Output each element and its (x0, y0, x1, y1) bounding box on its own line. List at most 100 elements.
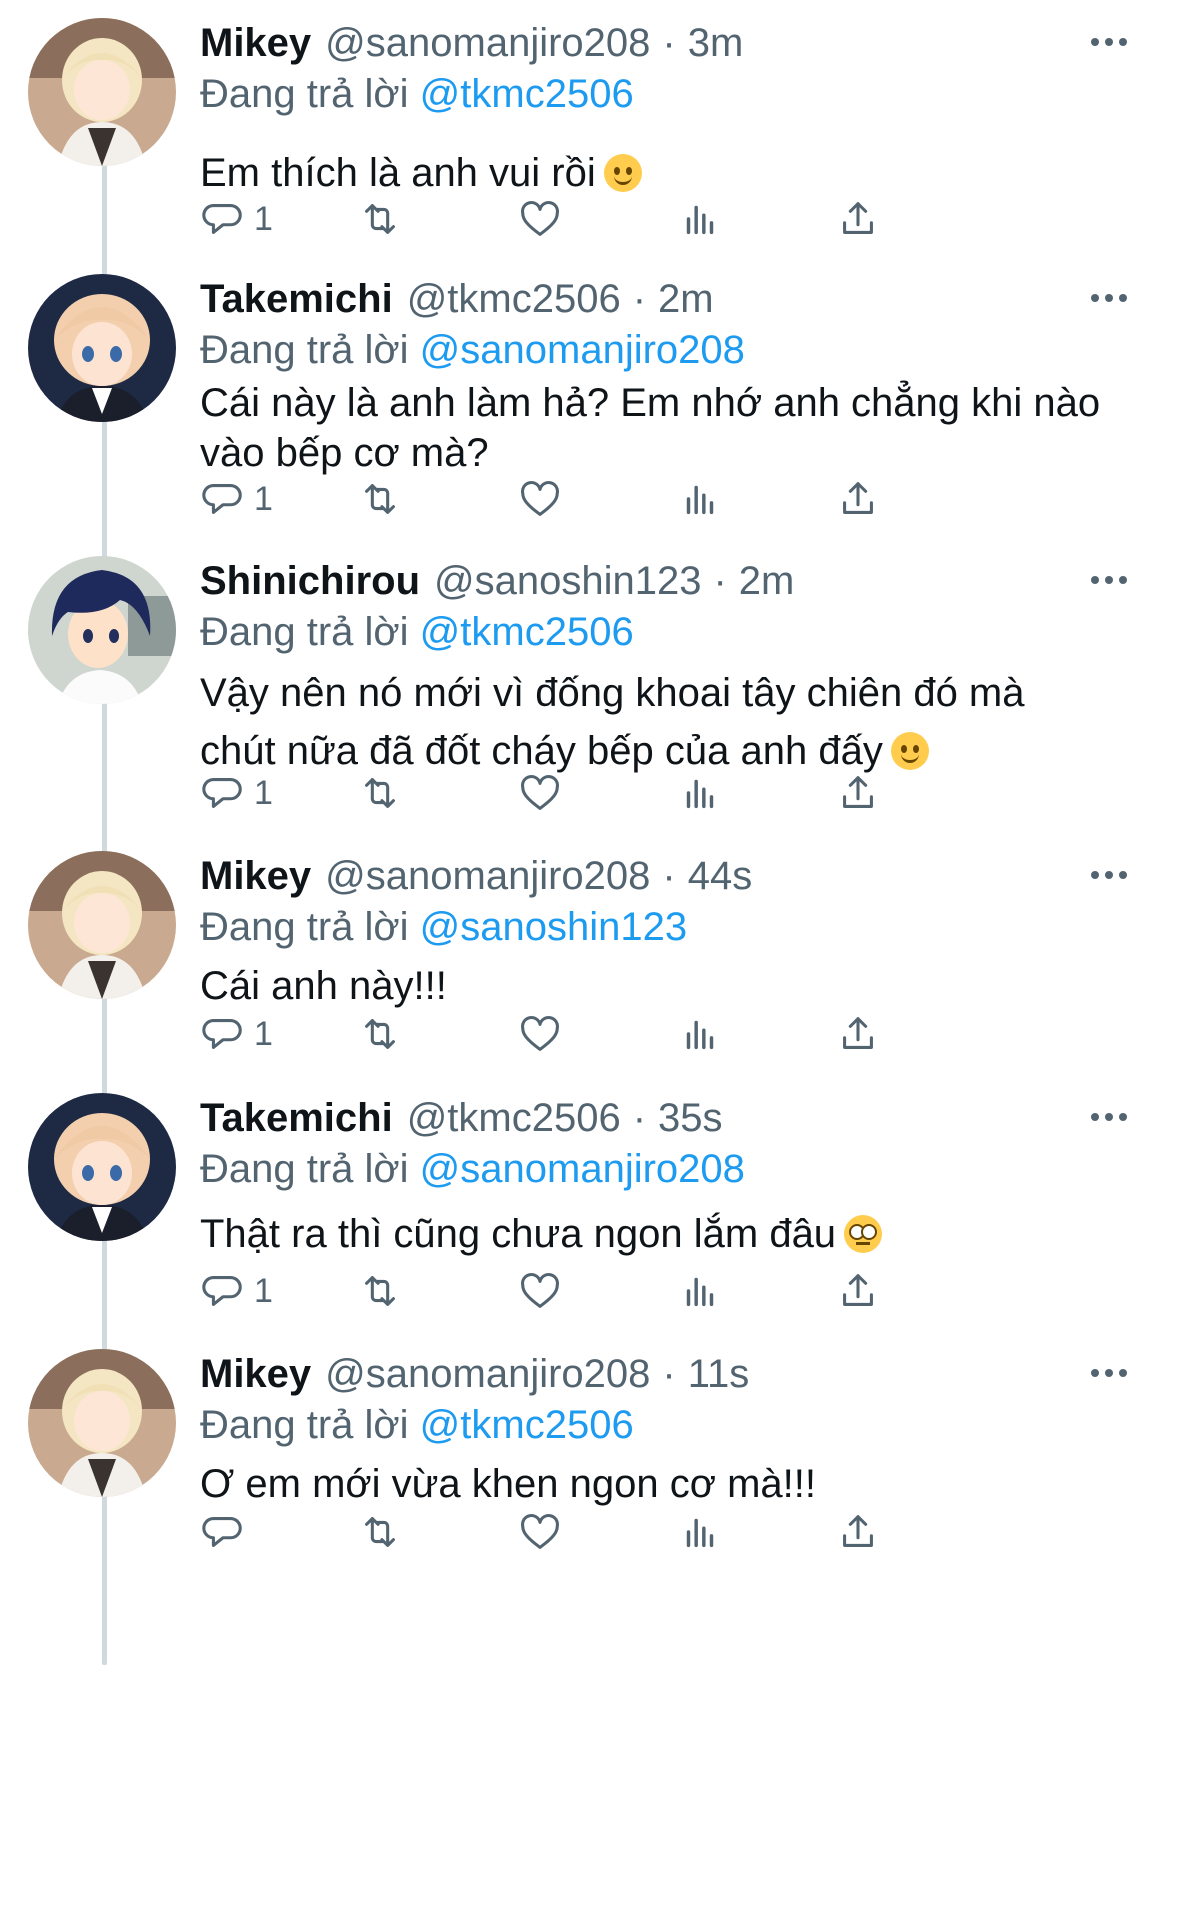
display-name[interactable]: Mikey (200, 1349, 311, 1399)
like-button[interactable] (517, 768, 563, 818)
reply-button[interactable]: 1 (200, 474, 273, 524)
replying-to: Đang trả lời @sanomanjiro208 (200, 324, 1139, 376)
handle[interactable]: @sanomanjiro208 (325, 851, 650, 901)
reply-button[interactable] (200, 1507, 254, 1557)
timestamp[interactable]: 2m (658, 274, 714, 324)
separator-dot: · (713, 559, 727, 603)
reply-mention[interactable]: @sanomanjiro208 (420, 328, 745, 372)
handle[interactable]: @tkmc2506 (407, 1093, 621, 1143)
separator-dot: · (632, 277, 647, 321)
share-button[interactable] (835, 1507, 881, 1557)
replying-label: Đang trả lời (200, 905, 409, 949)
timestamp[interactable]: 44s (688, 851, 753, 901)
tweet-actions: 1 (200, 194, 1060, 244)
views-button[interactable] (677, 1507, 723, 1557)
share-button[interactable] (835, 194, 881, 244)
like-button[interactable] (517, 194, 563, 244)
handle[interactable]: @sanoshin123 (434, 556, 701, 606)
like-button[interactable] (517, 1266, 563, 1316)
replying-label: Đang trả lời (200, 610, 409, 654)
avatar-takemichi[interactable] (28, 1093, 176, 1241)
share-button[interactable] (835, 474, 881, 524)
reply-icon (202, 1517, 242, 1547)
reply-mention[interactable]: @tkmc2506 (420, 72, 634, 116)
tweet-text: Vậy nên nó mới vì đống khoai tây chiên đ… (200, 664, 1080, 780)
tweet-text: Cái này là anh làm hả? Em nhớ anh chẳng … (200, 378, 1140, 478)
share-button[interactable] (835, 1266, 881, 1316)
display-name[interactable]: Shinichirou (200, 556, 420, 606)
display-name[interactable]: Mikey (200, 18, 311, 68)
retweet-icon (365, 1276, 395, 1306)
avatar-mikey[interactable] (28, 1349, 176, 1497)
retweet-button[interactable] (357, 768, 403, 818)
views-button[interactable] (677, 474, 723, 524)
views-icon (686, 205, 714, 235)
heart-icon (521, 774, 559, 810)
share-button[interactable] (835, 768, 881, 818)
handle[interactable]: @tkmc2506 (407, 274, 621, 324)
handle[interactable]: @sanomanjiro208 (325, 1349, 650, 1399)
reply-mention[interactable]: @sanoshin123 (420, 905, 687, 949)
replying-label: Đang trả lời (200, 72, 409, 116)
separator-dot: · (662, 21, 676, 65)
tweet-text: Thật ra thì cũng chưa ngon lắm đâu (200, 1205, 1139, 1263)
like-button[interactable] (517, 1009, 563, 1059)
timestamp[interactable]: 11s (688, 1349, 750, 1399)
reply-mention[interactable]: @tkmc2506 (420, 610, 634, 654)
replying-to: Đang trả lời @tkmc2506 (200, 606, 1139, 658)
slightly-smiling-face-emoji (890, 732, 929, 770)
heart-icon (521, 480, 559, 516)
retweet-button[interactable] (357, 1009, 403, 1059)
like-button[interactable] (517, 1507, 563, 1557)
display-name[interactable]: Takemichi (200, 274, 393, 324)
display-name[interactable]: Mikey (200, 851, 311, 901)
share-icon (843, 1515, 873, 1547)
display-name[interactable]: Takemichi (200, 1093, 393, 1143)
more-icon[interactable] (1079, 855, 1139, 895)
avatar-shinichirou[interactable] (28, 556, 176, 704)
reply-button[interactable]: 1 (200, 1266, 273, 1316)
reply-icon (202, 1019, 242, 1049)
tweet-text-content: Cái anh này!!! (200, 964, 447, 1008)
tweet-text-content: Cái này là anh làm hả? Em nhớ anh chẳng … (200, 381, 1101, 475)
replying-to: Đang trả lời @tkmc2506 (200, 68, 1139, 120)
share-button[interactable] (835, 1009, 881, 1059)
tweet-text: Cái anh này!!! (200, 957, 1139, 1015)
more-icon[interactable] (1079, 1353, 1139, 1393)
handle[interactable]: @sanomanjiro208 (325, 18, 650, 68)
retweet-button[interactable] (357, 194, 403, 244)
timestamp[interactable]: 35s (658, 1093, 723, 1143)
more-icon[interactable] (1079, 560, 1139, 600)
replying-to: Đang trả lời @sanoshin123 (200, 901, 1139, 953)
like-button[interactable] (517, 474, 563, 524)
reply-button[interactable]: 1 (200, 768, 273, 818)
views-icon (686, 485, 714, 515)
views-button[interactable] (677, 1009, 723, 1059)
reply-count: 1 (254, 773, 273, 812)
reply-mention[interactable]: @tkmc2506 (420, 1403, 634, 1447)
more-icon[interactable] (1079, 1097, 1139, 1137)
avatar-mikey[interactable] (28, 18, 176, 166)
more-icon[interactable] (1079, 278, 1139, 318)
timestamp[interactable]: 3m (688, 18, 744, 68)
reply-button[interactable]: 1 (200, 194, 273, 244)
tweet-actions: 1 (200, 1266, 1060, 1316)
views-icon (686, 1020, 714, 1050)
avatar-takemichi[interactable] (28, 274, 176, 422)
reply-mention[interactable]: @sanomanjiro208 (420, 1147, 745, 1191)
more-icon[interactable] (1079, 22, 1139, 62)
share-icon (843, 1017, 873, 1049)
reply-button[interactable]: 1 (200, 1009, 273, 1059)
retweet-button[interactable] (357, 1507, 403, 1557)
tweet-actions (200, 1507, 1060, 1557)
views-button[interactable] (677, 194, 723, 244)
share-icon (843, 202, 873, 234)
views-button[interactable] (677, 1266, 723, 1316)
retweet-button[interactable] (357, 474, 403, 524)
replying-to: Đang trả lời @sanomanjiro208 (200, 1143, 1139, 1195)
retweet-icon (365, 204, 395, 234)
timestamp[interactable]: 2m (739, 556, 795, 606)
retweet-button[interactable] (357, 1266, 403, 1316)
avatar-mikey[interactable] (28, 851, 176, 999)
views-button[interactable] (677, 768, 723, 818)
